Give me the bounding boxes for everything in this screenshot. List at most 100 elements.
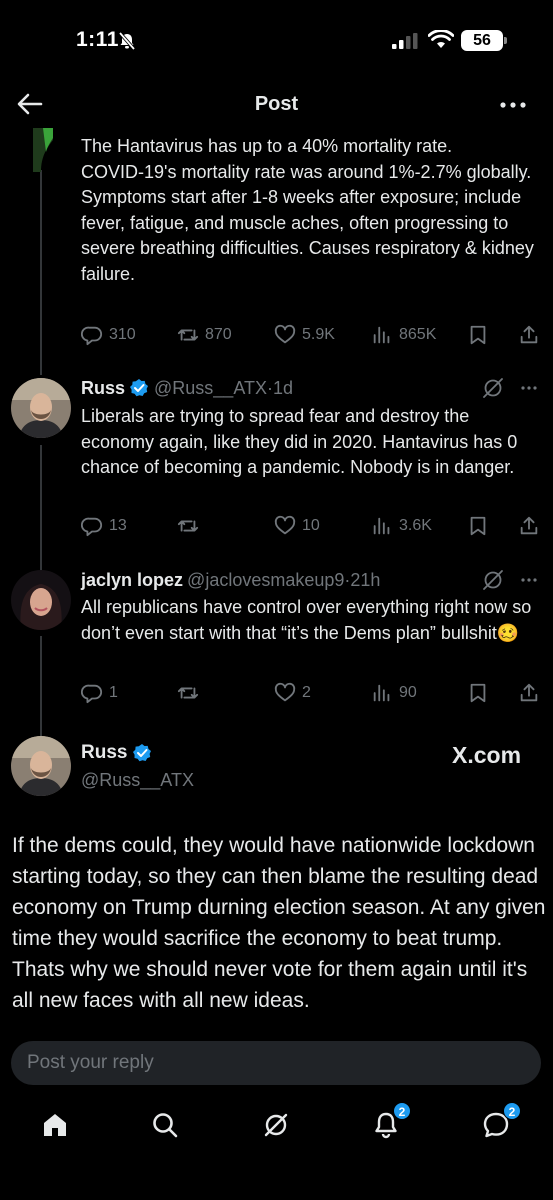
battery-indicator: 56 — [461, 30, 507, 51]
tweet-text: All republicans have control over everyt… — [81, 597, 532, 643]
share-icon — [520, 325, 538, 344]
like-count: 10 — [302, 517, 320, 534]
xcom-watermark: X.com — [452, 742, 522, 768]
like-button[interactable]: 10 — [274, 513, 320, 539]
reply-icon — [81, 684, 103, 704]
search-icon — [153, 1113, 178, 1138]
author-name-row[interactable]: Russ — [81, 742, 194, 764]
heart-icon — [274, 515, 296, 535]
views-button[interactable]: 3.6K — [371, 513, 432, 539]
reply-icon — [81, 517, 103, 537]
reply-count: 13 — [109, 517, 127, 534]
tab-search[interactable] — [150, 1110, 184, 1144]
bell-slash-icon — [118, 31, 136, 51]
repost-icon — [177, 520, 199, 532]
status-bar: 1:11 56 — [0, 0, 553, 80]
reply-button[interactable]: 1 — [81, 680, 118, 706]
like-button[interactable]: 2 — [274, 680, 311, 706]
views-icon — [373, 517, 390, 535]
views-count: 865K — [399, 326, 437, 343]
author-handle[interactable]: @jaclovesmakeup9 — [187, 570, 344, 591]
reply-icon — [81, 326, 103, 346]
views-count: 3.6K — [399, 517, 432, 534]
views-icon — [373, 326, 390, 344]
tweet-icons — [483, 570, 537, 590]
page-title: Post — [254, 93, 299, 115]
share-button[interactable] — [518, 322, 546, 348]
author-handle[interactable]: @Russ__ATX — [81, 770, 194, 791]
bookmark-button[interactable] — [467, 322, 495, 348]
heart-icon — [274, 682, 296, 702]
avatar[interactable] — [11, 736, 71, 796]
repost-icon — [177, 687, 199, 699]
tweet-actions: 13 10 3.6K — [81, 513, 541, 539]
author-handle[interactable]: @Russ__ATX — [154, 378, 267, 399]
avatar[interactable] — [11, 570, 71, 630]
wifi-icon — [428, 30, 454, 48]
repost-button[interactable] — [177, 680, 205, 706]
tweet-author-line: Russ @Russ__ATX · 1d — [81, 376, 293, 400]
bookmark-icon — [470, 683, 486, 703]
notifications-badge: 2 — [393, 1102, 411, 1120]
tab-grok[interactable] — [261, 1110, 295, 1144]
more-options-icon[interactable] — [498, 95, 528, 115]
share-icon — [520, 516, 538, 535]
author-name[interactable]: jaclyn lopez — [81, 570, 183, 591]
views-button[interactable]: 865K — [371, 322, 436, 348]
bookmark-icon — [470, 516, 486, 536]
grok-icon[interactable] — [483, 570, 503, 590]
tab-notifications[interactable]: 2 — [371, 1102, 411, 1144]
tweet-icons — [483, 378, 537, 398]
bottom-tab-bar: 2 2 — [0, 1100, 553, 1160]
grok-icon — [264, 1113, 288, 1137]
author-name[interactable]: Russ — [81, 378, 125, 399]
views-count: 90 — [399, 684, 417, 701]
tweet-text: Liberals are trying to spread fear and d… — [81, 406, 518, 477]
verified-badge-icon — [130, 379, 149, 397]
thread-line — [40, 636, 42, 736]
share-button[interactable] — [518, 680, 546, 706]
bookmark-button[interactable] — [467, 680, 495, 706]
repost-count: 870 — [205, 326, 232, 343]
status-time: 1:11 — [76, 28, 119, 51]
tab-messages[interactable]: 2 — [481, 1102, 521, 1144]
reply-button[interactable]: 13 — [81, 513, 127, 539]
tab-home[interactable] — [40, 1110, 74, 1144]
like-button[interactable]: 5.9K — [274, 322, 335, 348]
like-count: 2 — [302, 684, 311, 701]
tweet-text: The Hantavirus has up to a 40% mortality… — [81, 136, 534, 284]
tweet-author-line: jaclyn lopez @jaclovesmakeup9 · 21h — [81, 568, 380, 592]
avatar-partial[interactable] — [33, 128, 53, 172]
views-icon — [373, 684, 390, 702]
heart-icon — [274, 324, 296, 344]
thread-line — [40, 445, 42, 570]
post-header: Post — [0, 85, 553, 125]
reply-count: 310 — [109, 326, 136, 343]
tweet-time: 21h — [350, 569, 381, 590]
reply-count: 1 — [109, 684, 118, 701]
avatar[interactable] — [11, 378, 71, 438]
repost-icon — [177, 329, 199, 341]
messages-badge: 2 — [503, 1102, 521, 1120]
more-options-icon[interactable] — [521, 578, 537, 582]
tweet-actions: 1 2 90 — [81, 680, 541, 706]
verified-badge-icon — [133, 744, 152, 762]
grok-icon[interactable] — [483, 378, 503, 398]
tweet-time: 1d — [273, 377, 294, 398]
cellular-signal-icon — [392, 33, 418, 49]
tweet-actions: 310 870 5.9K 865K — [81, 322, 541, 348]
like-count: 5.9K — [302, 326, 335, 343]
share-button[interactable] — [518, 513, 546, 539]
thread-line — [40, 170, 42, 375]
author-name[interactable]: Russ — [81, 742, 127, 764]
repost-button[interactable] — [177, 513, 205, 539]
reply-input[interactable]: Post your reply — [11, 1041, 541, 1085]
main-post-author: Russ @Russ__ATX — [81, 742, 194, 791]
repost-button[interactable]: 870 — [177, 322, 232, 348]
more-options-icon[interactable] — [521, 386, 537, 390]
home-icon — [44, 1114, 66, 1136]
reply-button[interactable]: 310 — [81, 322, 136, 348]
bookmark-button[interactable] — [467, 513, 495, 539]
views-button[interactable]: 90 — [371, 680, 417, 706]
bookmark-icon — [470, 325, 486, 345]
